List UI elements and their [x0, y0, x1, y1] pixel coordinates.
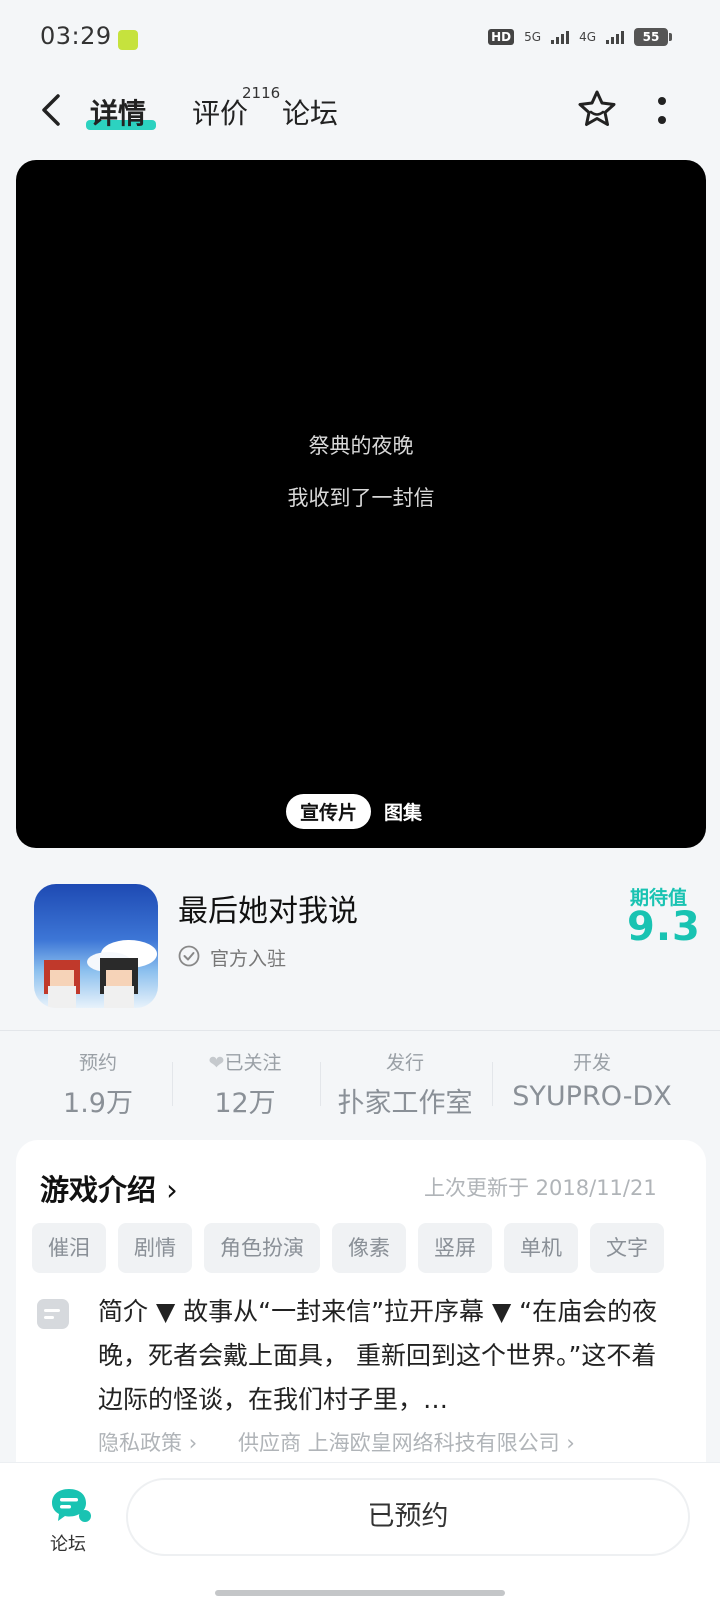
tab-details-label: 详情	[90, 97, 147, 130]
stat-label: 预约	[78, 1052, 117, 1074]
media-caption-line: 祭典的夜晚	[308, 434, 414, 458]
app-notification-icon	[118, 30, 138, 50]
more-options-icon[interactable]	[655, 96, 669, 126]
status-time: 03:29	[40, 22, 112, 50]
stat-value: 12万	[214, 1088, 276, 1119]
tag[interactable]: 催泪	[32, 1223, 106, 1273]
chevron-right-icon: ›	[188, 1431, 198, 1455]
network-4g-label: 4G	[579, 30, 596, 44]
stat-label: 已关注	[224, 1052, 282, 1074]
media-caption-line: 我收到了一封信	[287, 486, 435, 510]
stat-value: SYUPRO-DX	[512, 1081, 672, 1112]
tag[interactable]: 像素	[332, 1223, 406, 1273]
trailer-tab[interactable]: 宣传片	[286, 794, 372, 829]
supplier-label: 供应商 上海欧皇网络科技有限公司	[238, 1431, 560, 1455]
game-icon	[34, 884, 158, 1008]
stat-value: 1.9万	[63, 1088, 133, 1119]
last-updated-text: 上次更新于 2018/11/21	[424, 1176, 657, 1200]
forum-chat-icon	[52, 1489, 91, 1522]
stat-divider	[320, 1062, 321, 1106]
forum-button[interactable]	[46, 1486, 96, 1530]
tag[interactable]: 角色扮演	[204, 1223, 320, 1273]
tab-forum[interactable]: 论坛	[282, 92, 338, 132]
forum-label: 论坛	[50, 1534, 86, 1555]
review-count-badge: 2116	[242, 84, 281, 102]
tag[interactable]: 文字	[590, 1223, 664, 1273]
intro-title-link[interactable]: 游戏介绍 ›	[40, 1167, 178, 1209]
stat-divider	[492, 1062, 493, 1106]
stat-followers[interactable]: ❤已关注 12万	[185, 1048, 305, 1120]
official-label: 官方入驻	[210, 948, 287, 970]
game-description[interactable]: 简介 ▼ 故事从“一封来信”拉开序幕 ▼ “在庙会的夜晚，死者会戴上面具， 重新…	[98, 1290, 678, 1422]
stat-value: 扑家工作室	[337, 1088, 473, 1119]
gallery-tab[interactable]: 图集	[384, 798, 422, 825]
stat-reservations: 预约 1.9万	[56, 1048, 140, 1120]
reserved-button[interactable]: 已预约	[126, 1478, 690, 1556]
stat-label: 发行	[385, 1052, 424, 1074]
tab-details[interactable]: 详情	[90, 92, 146, 132]
tag[interactable]: 竖屏	[418, 1223, 492, 1273]
tab-reviews[interactable]: 评价	[192, 92, 248, 132]
signal-5g-icon	[551, 30, 570, 44]
chevron-right-icon: ›	[166, 1173, 178, 1207]
media-player[interactable]: 祭典的夜晚 我收到了一封信 宣传片 图集	[16, 160, 706, 848]
intro-title: 游戏介绍	[40, 1173, 157, 1207]
tag-list: 催泪 剧情 角色扮演 像素 竖屏 单机 文字	[32, 1223, 688, 1275]
privacy-policy-link[interactable]: 隐私政策 ›	[98, 1427, 197, 1457]
signal-4g-icon	[606, 30, 624, 44]
stat-divider	[172, 1062, 173, 1106]
home-indicator[interactable]	[215, 1590, 505, 1596]
stat-label: 开发	[572, 1052, 611, 1074]
supplier-link[interactable]: 供应商 上海欧皇网络科技有限公司 ›	[238, 1427, 575, 1457]
chevron-right-icon: ›	[566, 1431, 575, 1455]
anticipation-score: 9.3	[627, 904, 701, 950]
network-5g-label: 5G	[524, 30, 542, 44]
status-indicators: HD 5G 4G 55	[488, 28, 672, 46]
hd-icon: HD	[488, 29, 515, 45]
stat-label-row: ❤已关注	[185, 1048, 305, 1075]
heart-icon: ❤	[208, 1052, 225, 1074]
tag[interactable]: 单机	[504, 1223, 578, 1273]
description-icon	[37, 1299, 69, 1329]
game-artwork-icon	[44, 940, 157, 1008]
privacy-policy-label: 隐私政策	[98, 1431, 182, 1455]
back-arrow-icon[interactable]	[38, 92, 68, 128]
tag[interactable]: 剧情	[118, 1223, 192, 1273]
stat-developer[interactable]: 开发 SYUPRO-DX	[502, 1048, 682, 1112]
battery-icon: 55	[634, 28, 672, 46]
game-title: 最后她对我说	[178, 894, 358, 929]
stat-publisher[interactable]: 发行 扑家工作室	[330, 1048, 480, 1120]
favorite-star-icon[interactable]	[576, 88, 618, 130]
section-divider	[0, 1030, 720, 1031]
verified-check-icon	[178, 945, 200, 967]
